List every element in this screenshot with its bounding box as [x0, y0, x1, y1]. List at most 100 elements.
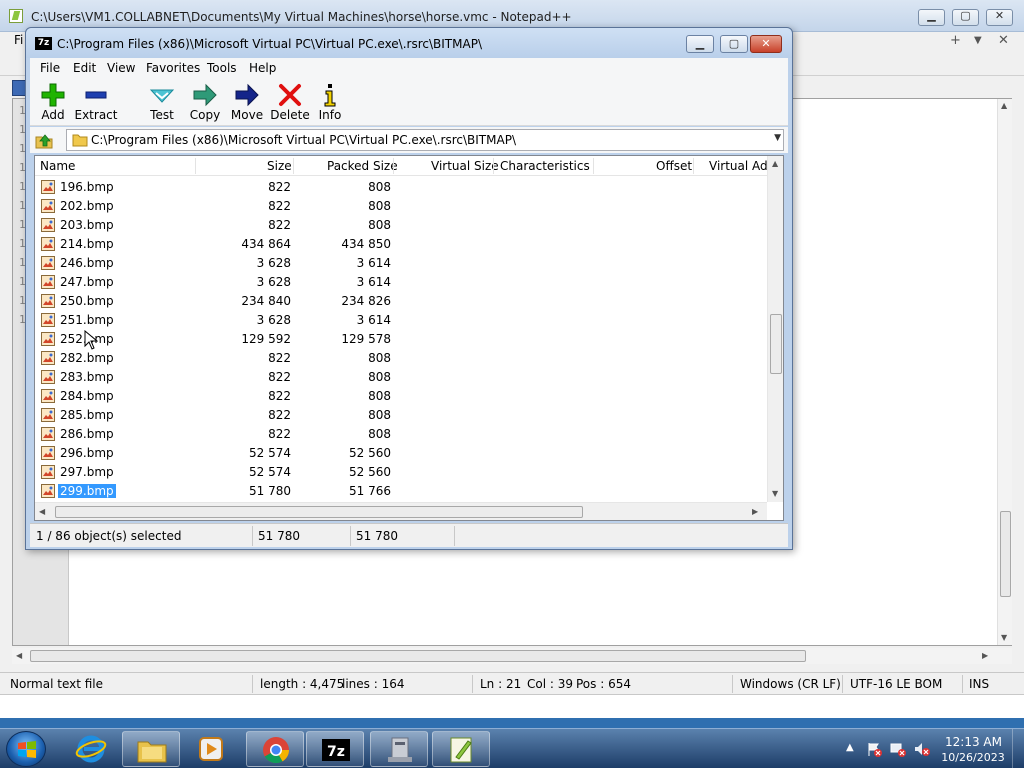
- scroll-down-arrow-icon[interactable]: ▼: [772, 489, 778, 498]
- menu-help[interactable]: Help: [249, 61, 276, 75]
- table-row[interactable]: 297.bmp 52 574 52 560: [35, 463, 767, 482]
- taskbar-file-explorer[interactable]: [122, 731, 180, 767]
- column-separator[interactable]: [393, 158, 394, 174]
- bitmap-file-icon: [41, 294, 55, 308]
- move-button[interactable]: Move: [228, 80, 266, 124]
- table-row[interactable]: 284.bmp 822 808: [35, 387, 767, 406]
- table-row[interactable]: 246.bmp 3 628 3 614: [35, 254, 767, 273]
- delete-button[interactable]: Delete: [268, 80, 312, 124]
- column-header-characteristics[interactable]: Characteristics: [500, 159, 590, 173]
- sevenzip-close-button[interactable]: ✕: [750, 35, 782, 53]
- scroll-right-arrow-icon[interactable]: ▶: [752, 507, 758, 516]
- scroll-left-arrow-icon[interactable]: ◀: [39, 507, 45, 516]
- move-arrow-icon: [235, 83, 259, 107]
- notepad-horizontal-scrollbar[interactable]: ◀ ▶: [12, 648, 1012, 664]
- menu-tools[interactable]: Tools: [207, 61, 237, 75]
- sevenzip-address-bar: C:\Program Files (x86)\Microsoft Virtual…: [30, 127, 788, 153]
- add-button[interactable]: Add: [36, 80, 70, 124]
- sevenzip-maximize-button[interactable]: ▢: [720, 35, 748, 53]
- show-desktop-button[interactable]: [1012, 729, 1024, 768]
- menu-file[interactable]: File: [40, 61, 60, 75]
- status-separator: [350, 526, 351, 546]
- scroll-down-arrow-icon[interactable]: ▼: [1001, 633, 1007, 642]
- table-row[interactable]: 282.bmp 822 808: [35, 349, 767, 368]
- bitmap-file-icon: [41, 408, 55, 422]
- file-list-horizontal-scrollbar[interactable]: ◀ ▶: [35, 502, 767, 520]
- notepad-vertical-scroll-thumb[interactable]: [1000, 511, 1011, 597]
- folder-up-icon[interactable]: [34, 131, 54, 149]
- menu-favorites[interactable]: Favorites: [146, 61, 200, 75]
- test-button[interactable]: Test: [144, 80, 180, 124]
- column-header-virtual-address[interactable]: Virtual Add: [709, 159, 775, 173]
- notepad-horizontal-scroll-thumb[interactable]: [30, 650, 806, 662]
- column-header-offset[interactable]: Offset: [656, 159, 692, 173]
- column-separator[interactable]: [593, 158, 594, 174]
- clock-time[interactable]: 12:13 AM: [945, 735, 1002, 749]
- notepad-menu-file[interactable]: Fi: [14, 33, 23, 47]
- column-separator[interactable]: [693, 158, 694, 174]
- table-row[interactable]: 214.bmp 434 864 434 850: [35, 235, 767, 254]
- table-row[interactable]: 299.bmp 51 780 51 766: [35, 482, 767, 501]
- table-row[interactable]: 286.bmp 822 808: [35, 425, 767, 444]
- taskbar-virtual-pc[interactable]: [370, 731, 428, 767]
- taskbar-internet-explorer[interactable]: [62, 731, 120, 767]
- volume-muted-icon[interactable]: [914, 741, 930, 757]
- status-separator: [732, 675, 733, 693]
- table-row[interactable]: 251.bmp 3 628 3 614: [35, 311, 767, 330]
- folder-icon: [72, 134, 88, 147]
- status-length: length : 4,475: [260, 677, 345, 691]
- notepad-close-button[interactable]: ✕: [986, 9, 1013, 26]
- taskbar-7zip[interactable]: 7z: [306, 731, 364, 767]
- table-row[interactable]: 296.bmp 52 574 52 560: [35, 444, 767, 463]
- menu-edit[interactable]: Edit: [73, 61, 96, 75]
- copy-button[interactable]: Copy: [186, 80, 224, 124]
- column-separator[interactable]: [293, 158, 294, 174]
- info-button[interactable]: Info: [314, 80, 346, 124]
- file-list[interactable]: Name Size Packed Size Virtual Size Chara…: [34, 155, 784, 521]
- chevron-down-icon[interactable]: ▼: [774, 133, 781, 143]
- table-row[interactable]: 250.bmp 234 840 234 826: [35, 292, 767, 311]
- column-header-name[interactable]: Name: [40, 159, 75, 173]
- scroll-up-arrow-icon[interactable]: ▲: [1001, 101, 1007, 110]
- scroll-right-arrow-icon[interactable]: ▶: [982, 651, 988, 660]
- table-row[interactable]: 203.bmp 822 808: [35, 216, 767, 235]
- file-list-vertical-scrollbar[interactable]: ▲ ▼: [767, 156, 783, 502]
- column-header-packed-size[interactable]: Packed Size: [327, 159, 398, 173]
- column-header-virtual-size[interactable]: Virtual Size: [431, 159, 499, 173]
- column-separator[interactable]: [195, 158, 196, 174]
- extract-button[interactable]: Extract: [74, 80, 118, 124]
- action-center-flag-icon[interactable]: [866, 741, 882, 757]
- scroll-up-arrow-icon[interactable]: ▲: [772, 159, 778, 168]
- scroll-left-arrow-icon[interactable]: ◀: [16, 651, 22, 660]
- tab-close-icon[interactable]: ✕: [998, 33, 1009, 48]
- column-header-size[interactable]: Size: [267, 159, 292, 173]
- taskbar-notepad-plus-plus[interactable]: [432, 731, 490, 767]
- taskbar-chrome[interactable]: [246, 731, 304, 767]
- address-combobox[interactable]: C:\Program Files (x86)\Microsoft Virtual…: [66, 129, 784, 151]
- taskbar-media-player[interactable]: [182, 731, 240, 767]
- table-row[interactable]: 196.bmp 822 808: [35, 178, 767, 197]
- table-row[interactable]: 252.bmp129 592129 578: [35, 330, 767, 349]
- table-row[interactable]: 247.bmp 3 628 3 614: [35, 273, 767, 292]
- file-size: 129 592: [241, 332, 291, 346]
- table-row[interactable]: 283.bmp 822 808: [35, 368, 767, 387]
- status-packed-size: 51 780: [356, 529, 398, 543]
- close-icon: ✕: [761, 37, 771, 50]
- new-tab-plus-icon[interactable]: +: [950, 33, 961, 48]
- bitmap-file-icon: [41, 237, 55, 251]
- column-separator[interactable]: [493, 158, 494, 174]
- tray-expand-icon[interactable]: ▲: [846, 742, 854, 753]
- clock-date[interactable]: 10/26/2023: [939, 751, 1007, 764]
- notepad-maximize-button[interactable]: ▢: [952, 9, 979, 26]
- file-list-vertical-scroll-thumb[interactable]: [770, 314, 782, 374]
- notepad-minimize-button[interactable]: ▁: [918, 9, 945, 26]
- sevenzip-minimize-button[interactable]: ▁: [686, 35, 714, 53]
- menu-view[interactable]: View: [107, 61, 135, 75]
- start-button[interactable]: [6, 731, 46, 767]
- file-list-horizontal-scroll-thumb[interactable]: [55, 506, 583, 518]
- tab-list-chevron-icon[interactable]: ▼: [974, 35, 982, 46]
- network-icon[interactable]: [890, 741, 906, 757]
- notepad-vertical-scrollbar[interactable]: ▲ ▼: [997, 99, 1012, 645]
- table-row[interactable]: 202.bmp 822 808: [35, 197, 767, 216]
- table-row[interactable]: 285.bmp 822 808: [35, 406, 767, 425]
